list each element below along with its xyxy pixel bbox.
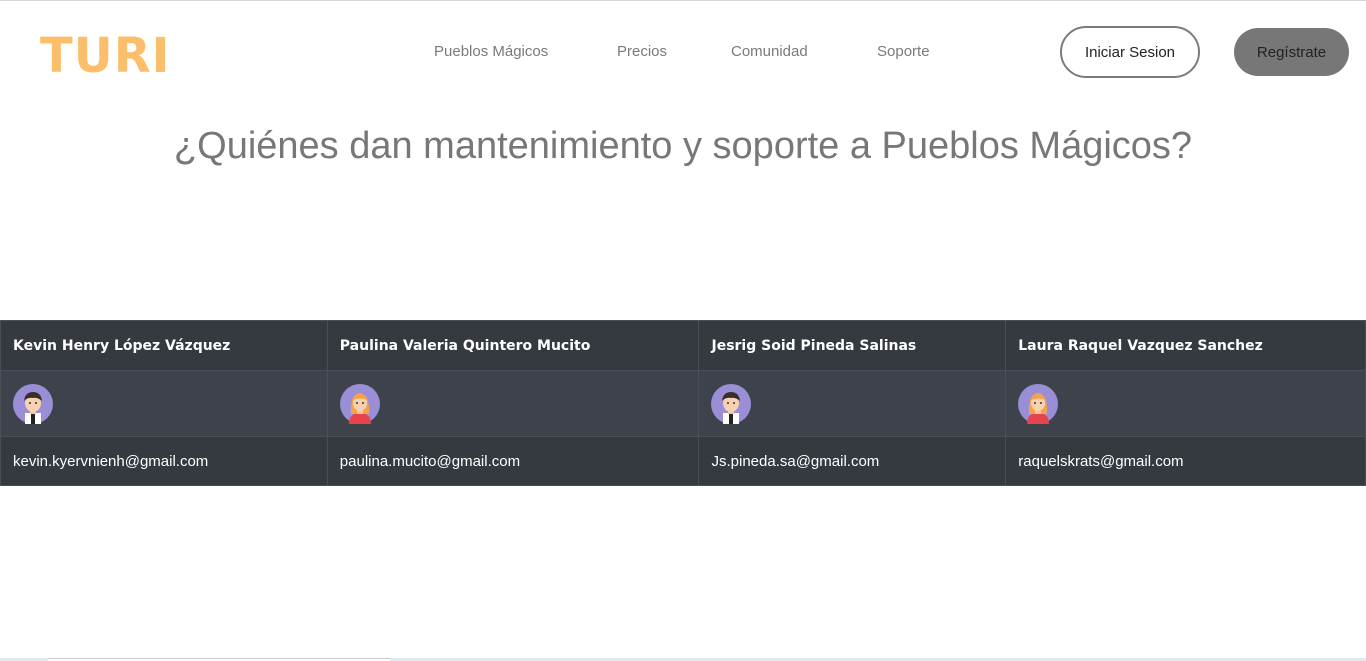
member-name: Paulina Valeria Quintero Mucito: [326, 320, 700, 371]
member-name: Jesrig Soid Pineda Salinas: [698, 320, 1007, 371]
female-avatar-icon: [1018, 383, 1059, 424]
avatar-cell: [1005, 370, 1366, 437]
female-avatar-icon: [339, 383, 380, 424]
table-row-avatars: [0, 370, 1366, 437]
avatar-cell: [0, 370, 328, 437]
team-table: Kevin Henry López Vázquez Paulina Valeri…: [0, 320, 1366, 486]
member-email[interactable]: paulina.mucito@gmail.com: [326, 436, 700, 486]
member-name: Kevin Henry López Vázquez: [0, 320, 328, 371]
male-avatar-icon: [711, 383, 752, 424]
avatar-cell: [326, 370, 700, 437]
register-button[interactable]: Regístrate: [1234, 28, 1349, 76]
member-name: Laura Raquel Vazquez Sanchez: [1005, 320, 1366, 371]
nav-link-precios[interactable]: Precios: [617, 42, 667, 62]
nav-link-soporte[interactable]: Soporte: [877, 42, 930, 62]
table-row-emails: kevin.kyervnienh@gmail.com paulina.mucit…: [0, 436, 1366, 486]
member-email[interactable]: Js.pineda.sa@gmail.com: [698, 436, 1007, 486]
nav-link-comunidad[interactable]: Comunidad: [731, 42, 808, 62]
login-button[interactable]: Iniciar Sesion: [1060, 26, 1200, 78]
member-email[interactable]: kevin.kyervnienh@gmail.com: [0, 436, 328, 486]
male-avatar-icon: [13, 383, 53, 424]
page-title: ¿Quiénes dan mantenimiento y soporte a P…: [173, 125, 1193, 167]
table-header-row: Kevin Henry López Vázquez Paulina Valeri…: [0, 320, 1366, 371]
member-email[interactable]: raquelskrats@gmail.com: [1005, 436, 1366, 486]
logo[interactable]: TURI: [40, 28, 171, 84]
nav-link-pueblos-magicos[interactable]: Pueblos Mágicos: [434, 42, 548, 62]
avatar-cell: [698, 370, 1007, 437]
